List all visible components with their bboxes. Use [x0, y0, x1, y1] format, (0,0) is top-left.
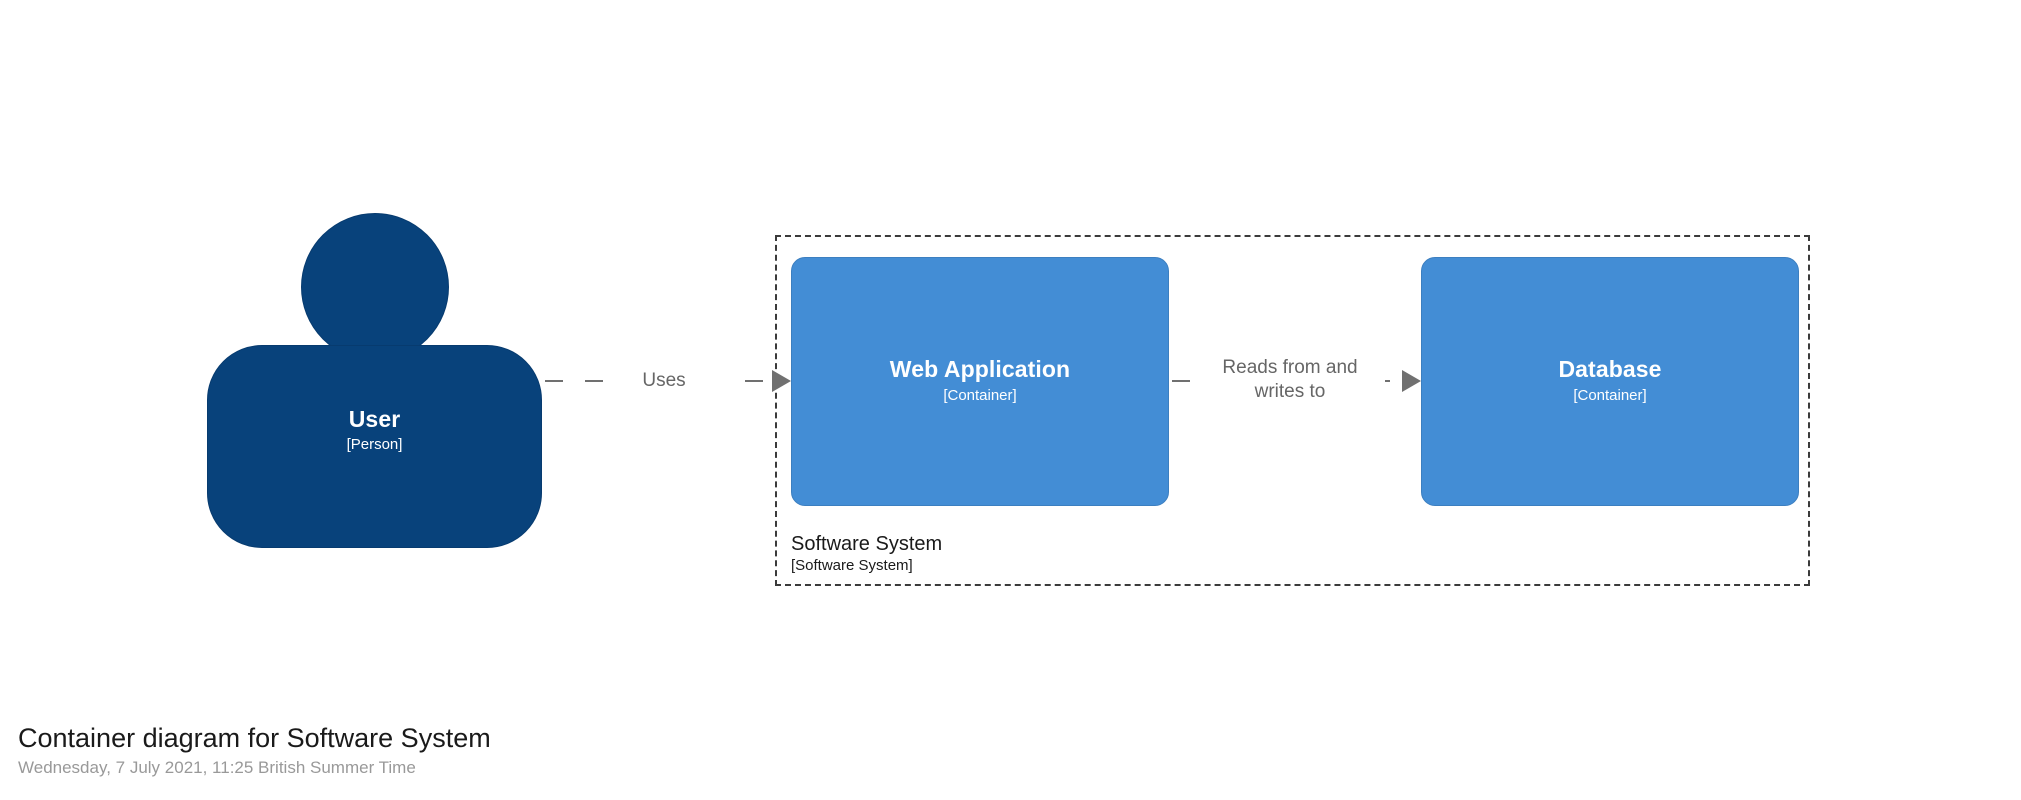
- element-name: Web Application: [889, 356, 1071, 382]
- boundary-type: [Software System]: [791, 557, 913, 574]
- boundary-label: Software System [Software System]: [791, 532, 942, 576]
- relationship-label-line-2: writes to: [1254, 381, 1326, 402]
- element-name: User: [348, 406, 401, 432]
- element-web-application[interactable]: Web Application [Container]: [791, 257, 1169, 506]
- diagram-caption: Container diagram for Software System We…: [18, 721, 491, 780]
- relationship-label-line-1: Reads from and: [1222, 357, 1358, 378]
- person-head-icon: [301, 213, 449, 361]
- arrowhead-icon: [1402, 370, 1421, 392]
- diagram-canvas: User [Person] Web Application [Container…: [0, 0, 2021, 800]
- element-type: [Container]: [1573, 387, 1647, 404]
- relationship-label-reads-writes: Reads from and writes to: [1195, 355, 1385, 405]
- element-database[interactable]: Database [Container]: [1421, 257, 1799, 506]
- arrowhead-icon: [772, 370, 791, 392]
- caption-timestamp: Wednesday, 7 July 2021, 11:25 British Su…: [18, 758, 416, 777]
- caption-title: Container diagram for Software System: [18, 723, 491, 753]
- element-type: [Person]: [346, 436, 403, 453]
- element-user-labels: User [Person]: [207, 405, 542, 457]
- element-type: [Container]: [943, 387, 1017, 404]
- boundary-name: Software System: [791, 533, 943, 555]
- relationship-label-uses: Uses: [605, 368, 723, 394]
- element-name: Database: [1558, 356, 1662, 382]
